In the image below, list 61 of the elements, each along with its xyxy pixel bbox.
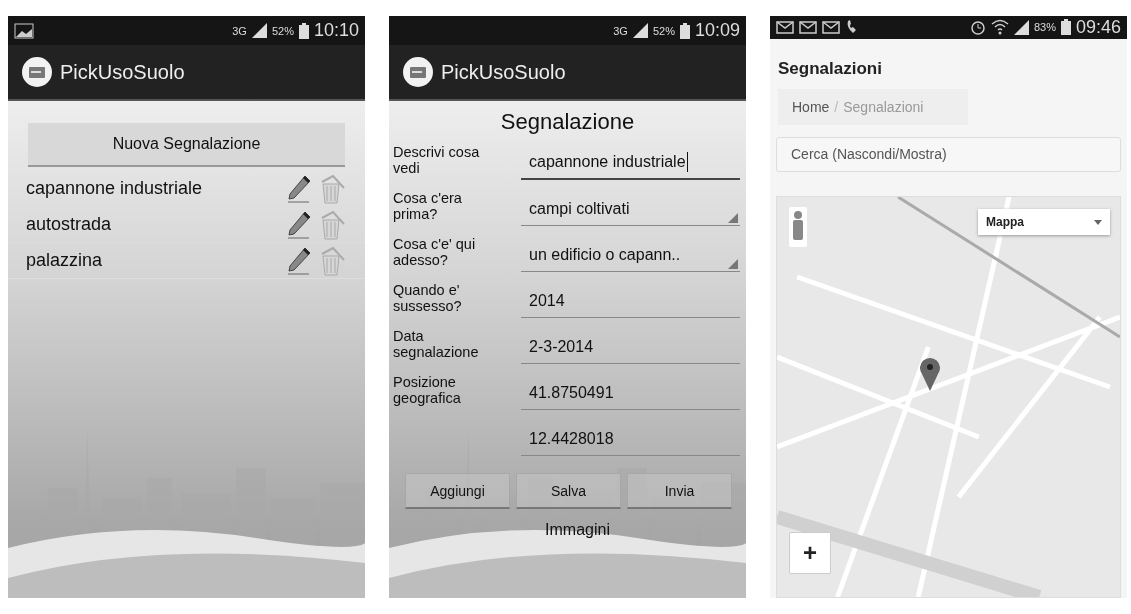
list-item[interactable]: palazzina <box>26 250 277 271</box>
field-label: Quando e' sussesso? <box>393 282 463 314</box>
pencil-icon[interactable] <box>285 209 311 240</box>
app-logo-icon <box>403 57 433 87</box>
breadcrumb-separator: / <box>834 98 839 115</box>
map-pin-icon <box>919 357 941 391</box>
caret-icon <box>1094 219 1102 225</box>
list-item[interactable]: capannone industriale <box>26 178 277 199</box>
signal-icon <box>1013 19 1029 35</box>
input-field[interactable]: 41.8750491 <box>521 376 740 410</box>
form-button[interactable]: Invia <box>627 473 732 509</box>
network-type: 3G <box>232 24 247 37</box>
pencil-icon[interactable] <box>285 173 311 204</box>
battery-percent: 52% <box>652 24 675 37</box>
network-type: 3G <box>613 24 628 37</box>
person-icon[interactable] <box>789 207 807 247</box>
field-label: Cosa c'era prima? <box>393 190 463 222</box>
dropdown-corner-icon <box>728 212 738 223</box>
image-icon <box>14 22 34 39</box>
dropdown-corner-icon <box>728 258 738 269</box>
clock: 10:10 <box>313 20 359 41</box>
battery-percent: 83% <box>1033 21 1056 34</box>
battery-icon <box>298 22 309 39</box>
signal-icon <box>251 23 267 38</box>
new-report-button[interactable]: Nuova Segnalazione <box>28 123 345 167</box>
trash-icon[interactable] <box>319 173 345 204</box>
alarm-icon <box>969 19 986 36</box>
map-type-dropdown[interactable]: Mappa <box>978 209 1110 235</box>
mail-icon <box>799 20 817 34</box>
page-title: Segnalazioni <box>778 58 883 79</box>
input-field[interactable]: 12.4428018 <box>521 422 740 456</box>
wifi-icon <box>990 19 1009 36</box>
mail-icon <box>776 20 794 34</box>
app-title: PickUsoSuolo <box>60 60 185 84</box>
clock: 10:09 <box>694 20 740 41</box>
signal-icon <box>632 23 648 38</box>
images-label: Immagini <box>545 521 610 539</box>
dropdown-field[interactable]: campi coltivati <box>521 192 740 226</box>
dropdown-field[interactable]: un edificio o capann.. <box>521 238 740 272</box>
input-field[interactable]: capannone industriale <box>521 146 740 180</box>
search-panel[interactable]: Cerca (Nascondi/Mostra) <box>776 136 1121 172</box>
field-label: Data segnalazione <box>393 328 480 360</box>
form-title: Segnalazione <box>499 109 636 135</box>
zoom-in-button[interactable]: + <box>789 532 831 574</box>
field-label: Cosa c'e' qui adesso? <box>393 236 477 268</box>
input-field[interactable]: 2014 <box>521 284 740 318</box>
mail-icon <box>822 20 840 34</box>
field-label: Posizione geografica <box>393 374 462 406</box>
app-logo-icon <box>22 57 52 87</box>
battery-percent: 52% <box>271 24 294 37</box>
field-label: Descrivi cosa vedi <box>393 144 481 176</box>
form-button[interactable]: Salva <box>516 473 621 509</box>
clock: 09:46 <box>1075 16 1121 38</box>
battery-icon <box>1060 19 1071 36</box>
app-title: PickUsoSuolo <box>441 60 566 84</box>
form-button[interactable]: Aggiungi <box>405 473 510 509</box>
breadcrumb-link[interactable]: Home <box>792 98 830 115</box>
pencil-icon[interactable] <box>285 245 311 276</box>
battery-icon <box>679 22 690 39</box>
input-field[interactable]: 2-3-2014 <box>521 330 740 364</box>
list-item[interactable]: autostrada <box>26 214 277 235</box>
